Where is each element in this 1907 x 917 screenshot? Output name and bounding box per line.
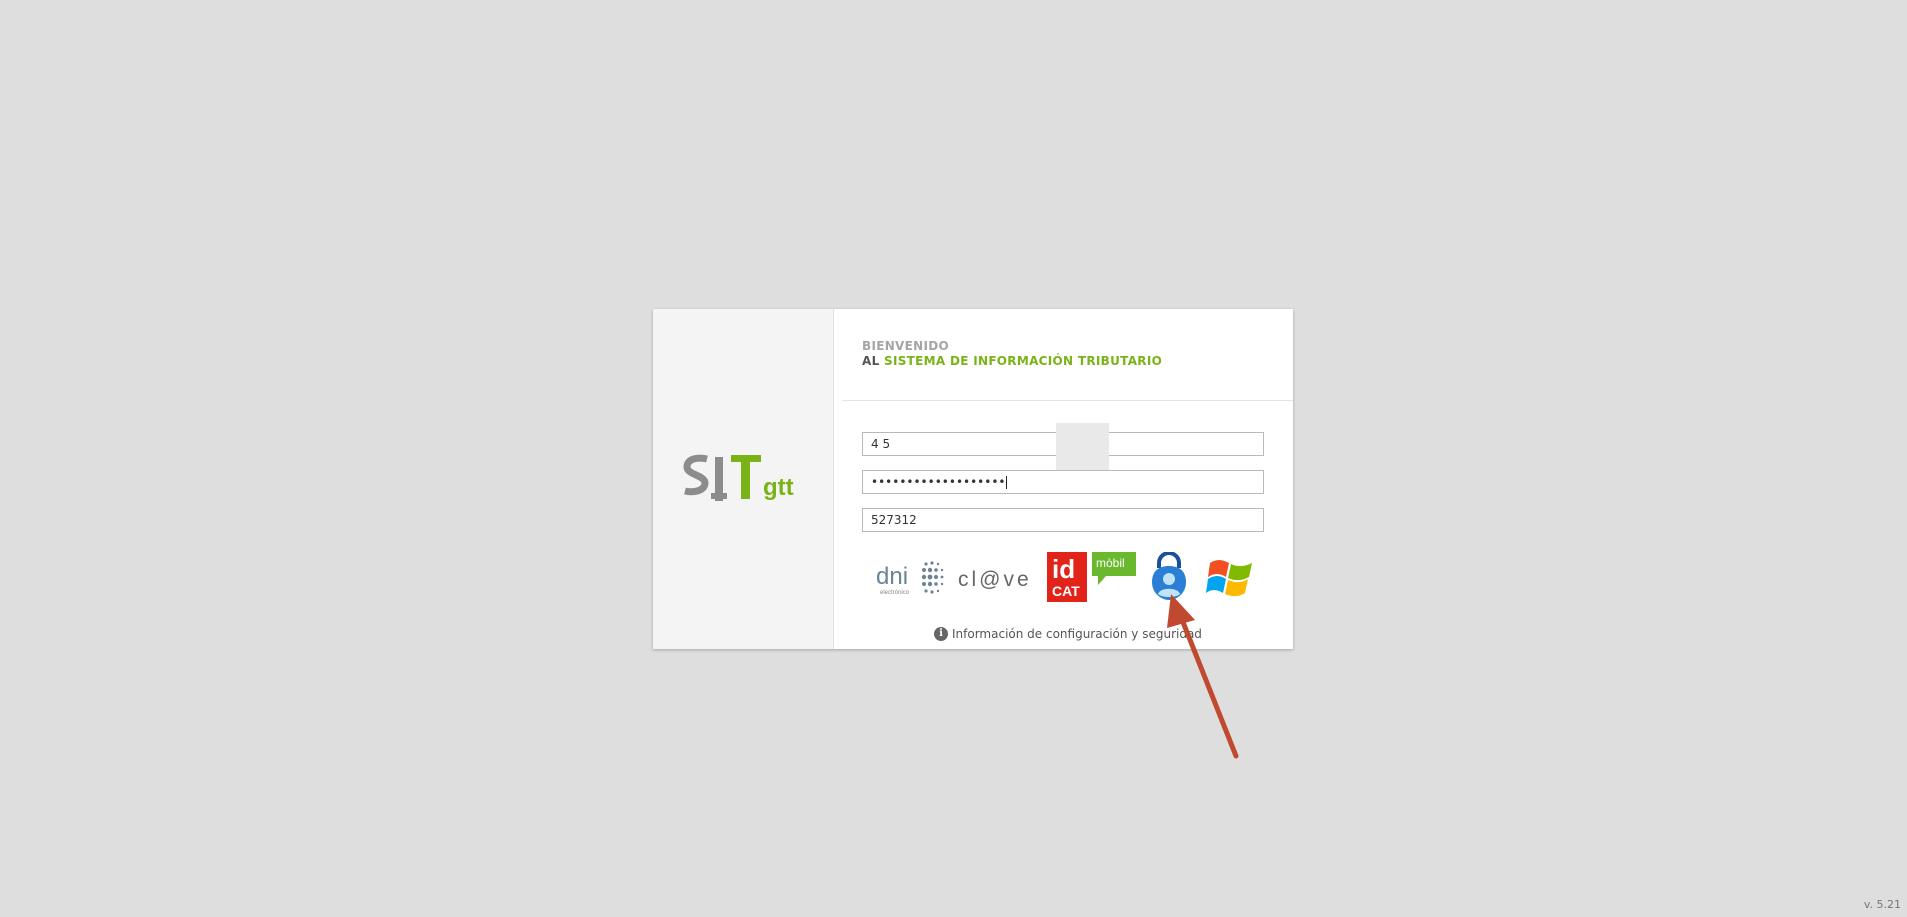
welcome-system-name: SISTEMA DE INFORMACIÓN TRIBUTARIO (884, 354, 1163, 368)
idcat-line2: CAT (1052, 583, 1080, 599)
idcat-button[interactable]: id CAT (1047, 552, 1087, 602)
dnie-label: dni (876, 563, 908, 590)
password-input[interactable]: ••••••••••••••••••• (862, 470, 1264, 494)
code-input[interactable]: 527312 (862, 508, 1264, 532)
logo-panel: gtt (653, 309, 834, 649)
authenticator-lock-icon (1152, 552, 1186, 600)
form-panel: BIENVENIDO AL SISTEMA DE INFORMACIÓN TRI… (834, 309, 1293, 649)
password-value: ••••••••••••••••••• (871, 475, 1006, 489)
mobil-label: mòbil (1096, 556, 1125, 570)
dnie-chip-icon (921, 561, 944, 594)
redaction-mask (1056, 423, 1109, 472)
welcome-line1: BIENVENIDO (862, 339, 950, 353)
windows-logo-icon (1206, 560, 1252, 597)
welcome-prefix: AL (862, 354, 880, 368)
code-value: 527312 (871, 513, 917, 527)
clave-label: cl@ve (958, 568, 1032, 591)
login-card: gtt BIENVENIDO AL SISTEMA DE INFORMACIÓN… (653, 309, 1293, 649)
info-link[interactable]: i Información de configuración y segurid… (934, 627, 1202, 641)
version-label: v. 5.21 (1863, 898, 1901, 911)
login-page: gtt BIENVENIDO AL SISTEMA DE INFORMACIÓN… (0, 0, 1907, 917)
header-divider (842, 400, 1293, 401)
text-caret (1006, 476, 1008, 489)
idcat-line1: id (1052, 554, 1075, 584)
windows-button[interactable] (1206, 555, 1256, 601)
dnie-sublabel: electrónico (880, 590, 910, 596)
welcome-line2: AL SISTEMA DE INFORMACIÓN TRIBUTARIO (862, 354, 1162, 369)
dnie-button[interactable]: dni electrónico (876, 558, 954, 602)
authenticator-button[interactable] (1148, 552, 1190, 602)
clave-button[interactable]: cl@ve (958, 566, 1038, 594)
idcat-mobil-button[interactable]: mòbil (1092, 552, 1136, 588)
auth-methods: dni electrónico cl@ve id CAT mòbil (876, 552, 1266, 608)
logo-suffix: gtt (763, 474, 794, 501)
sitgtt-logo: gtt (683, 454, 794, 501)
info-icon: i (934, 627, 948, 641)
info-text: Información de configuración y seguridad (952, 627, 1202, 641)
welcome-heading: BIENVENIDO AL SISTEMA DE INFORMACIÓN TRI… (862, 339, 1162, 369)
username-value: 4 5 (871, 437, 891, 451)
